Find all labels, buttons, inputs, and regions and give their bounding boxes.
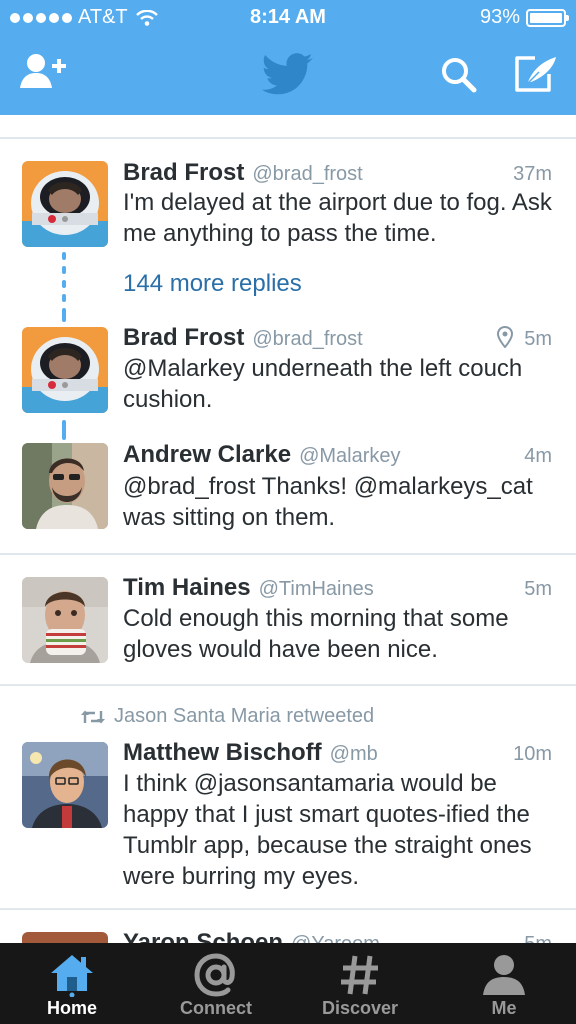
avatar[interactable]	[22, 932, 108, 943]
add-user-icon	[20, 54, 66, 88]
location-pin-icon	[497, 326, 513, 348]
status-bar: AT&T 8:14 AM 93%	[0, 0, 576, 36]
avatar[interactable]	[22, 443, 108, 529]
tweet-text: I'm delayed at the airport due to fog. A…	[123, 189, 552, 247]
battery-icon	[526, 8, 569, 27]
avatar[interactable]	[22, 742, 108, 828]
search-button[interactable]	[441, 57, 477, 98]
retweet-icon	[81, 710, 105, 723]
author-name: Brad Frost	[123, 159, 245, 186]
tweet-text: @brad_frost Thanks! @malarkeys_cat was s…	[123, 473, 533, 531]
tab-label: Connect	[180, 998, 252, 1018]
tab-label: Me	[491, 998, 517, 1018]
divider	[0, 908, 576, 910]
author-name: Tim Haines	[123, 574, 251, 601]
home-icon	[51, 955, 93, 997]
avatar[interactable]	[22, 161, 108, 247]
thread-line	[62, 252, 66, 260]
tab-me[interactable]: Me	[432, 943, 576, 1024]
author-handle: @brad_frost	[252, 163, 363, 185]
user-icon	[483, 955, 525, 995]
tweet-time: 5m	[524, 578, 552, 600]
divider	[0, 137, 576, 139]
divider	[0, 553, 576, 555]
tab-bar: Home Connect Discover Me	[0, 943, 576, 1024]
tweet-author[interactable]: Tim Haines @TimHaines	[123, 574, 374, 602]
tweet-text: Cold enough this morning that some glove…	[123, 605, 509, 663]
battery-percent: 93%	[479, 6, 520, 28]
author-handle: @mb	[329, 743, 378, 765]
retweeted-by-label: Jason Santa Maria retweeted	[114, 705, 375, 727]
at-sign-icon	[194, 953, 235, 997]
tab-label: Home	[46, 998, 97, 1018]
tweet-author[interactable]: Andrew Clarke @Malarkey	[123, 441, 401, 469]
search-icon	[442, 58, 477, 93]
author-name: Matthew Bischoff	[123, 739, 322, 766]
tweet-text: I think @jasonsantamaria would be happy …	[123, 770, 532, 890]
author-handle: @Malarkey	[299, 445, 401, 467]
divider	[0, 684, 576, 686]
add-user-button[interactable]	[20, 52, 70, 99]
tweet-author[interactable]: Brad Frost @brad_frost	[123, 159, 363, 187]
retweet-context: Jason Santa Maria retweeted	[80, 705, 374, 728]
tweet-author[interactable]: Matthew Bischoff @mb	[123, 739, 378, 767]
timeline[interactable]: Brad Frost @brad_frost 37m I'm delayed at…	[0, 115, 576, 943]
tab-discover[interactable]: Discover	[288, 943, 432, 1024]
tab-label: Discover	[321, 998, 399, 1018]
tweet-author[interactable]: Yaron Schoen @Yaroom	[123, 929, 380, 943]
compose-button[interactable]	[513, 54, 559, 99]
tweet-time: 4m	[524, 445, 552, 467]
author-handle: @Yaroom	[291, 933, 380, 943]
tab-home[interactable]: Home	[0, 943, 144, 1024]
hashtag-icon	[341, 955, 378, 995]
more-replies-link[interactable]: 144 more replies	[123, 270, 302, 298]
twitter-bird-icon	[262, 52, 314, 101]
tweet-time: 5m	[524, 328, 552, 350]
author-name: Brad Frost	[123, 324, 245, 351]
author-name: Yaron Schoen	[123, 929, 284, 943]
tweet-time: 37m	[513, 163, 552, 185]
avatar[interactable]	[22, 327, 108, 413]
tweet-text: @Malarkey underneath the left couch cush…	[123, 355, 523, 413]
tweet-time: 10m	[513, 743, 552, 765]
avatar[interactable]	[22, 577, 108, 663]
tweet-time: 5m	[524, 933, 552, 943]
app-header: AT&T 8:14 AM 93%	[0, 0, 576, 115]
tweet-author[interactable]: Brad Frost @brad_frost	[123, 324, 363, 352]
author-handle: @brad_frost	[252, 328, 363, 350]
compose-icon	[515, 56, 556, 92]
author-handle: @TimHaines	[258, 578, 374, 600]
author-name: Andrew Clarke	[123, 441, 292, 468]
tab-connect[interactable]: Connect	[144, 943, 288, 1024]
